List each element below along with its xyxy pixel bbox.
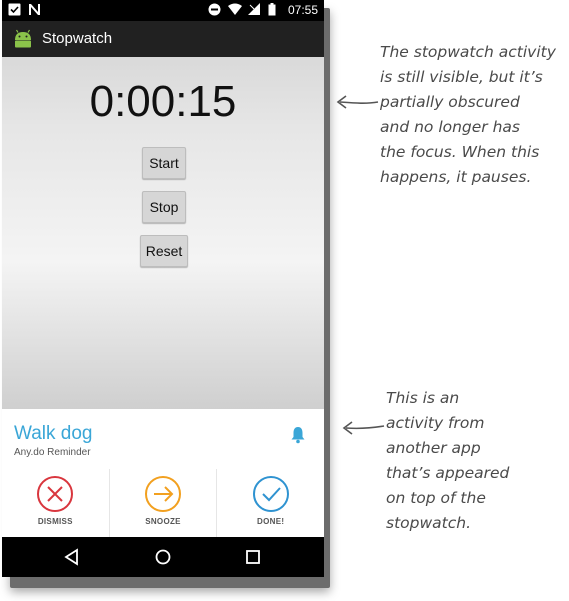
dismiss-label: DISMISS bbox=[37, 517, 73, 526]
arrow-circle-icon bbox=[145, 476, 181, 512]
start-button[interactable]: Start bbox=[142, 147, 186, 179]
reminder-subtitle: Any.do Reminder bbox=[14, 447, 91, 458]
reset-button[interactable]: Reset bbox=[140, 235, 188, 267]
snooze-button[interactable]: SNOOZE bbox=[110, 469, 218, 537]
reminder-actions: DISMISS SNOOZE DONE! bbox=[2, 469, 324, 537]
x-circle-icon bbox=[37, 476, 74, 512]
done-label: DONE! bbox=[257, 517, 285, 526]
annotation-top: The stopwatch activity is still visible,… bbox=[380, 43, 556, 186]
timer-display: 0:00:15 bbox=[89, 77, 237, 126]
stop-button[interactable]: Stop bbox=[142, 191, 186, 223]
home-icon[interactable] bbox=[152, 546, 174, 568]
recents-icon[interactable] bbox=[242, 546, 264, 568]
annotation-bottom: This is an activity from another app tha… bbox=[386, 389, 510, 532]
done-button[interactable]: DONE! bbox=[217, 469, 324, 537]
check-circle-icon bbox=[252, 476, 289, 512]
status-time: 07:55 bbox=[287, 3, 318, 17]
status-bar: 07:55 bbox=[2, 0, 324, 21]
reminder-title: Walk dog bbox=[14, 423, 93, 444]
wifi-icon bbox=[227, 3, 242, 17]
reminder-dialog: Walk dog Any.do Reminder DISMISS SNOOZE … bbox=[2, 409, 324, 537]
checkbox-notification-icon bbox=[8, 3, 22, 17]
android-robot-icon bbox=[12, 28, 34, 50]
n-notification-icon bbox=[28, 3, 42, 17]
signal-icon bbox=[247, 3, 262, 17]
bell-icon[interactable] bbox=[290, 426, 306, 444]
annotation-arrow-top bbox=[336, 95, 379, 109]
dismiss-button[interactable]: DISMISS bbox=[2, 469, 110, 537]
stopwatch-activity: 0:00:15 Start Stop Reset bbox=[2, 57, 324, 409]
action-bar: Stopwatch bbox=[2, 21, 324, 57]
phone-screen: 07:55 Stopwatch 0:00:15 Start Stop Reset… bbox=[2, 0, 324, 577]
snooze-label: SNOOZE bbox=[145, 517, 181, 526]
battery-icon bbox=[268, 3, 282, 17]
do-not-disturb-icon bbox=[208, 3, 222, 17]
back-icon[interactable] bbox=[61, 546, 83, 568]
navigation-bar bbox=[2, 537, 324, 577]
app-title: Stopwatch bbox=[42, 30, 113, 47]
annotation-arrow-bottom bbox=[342, 421, 385, 435]
